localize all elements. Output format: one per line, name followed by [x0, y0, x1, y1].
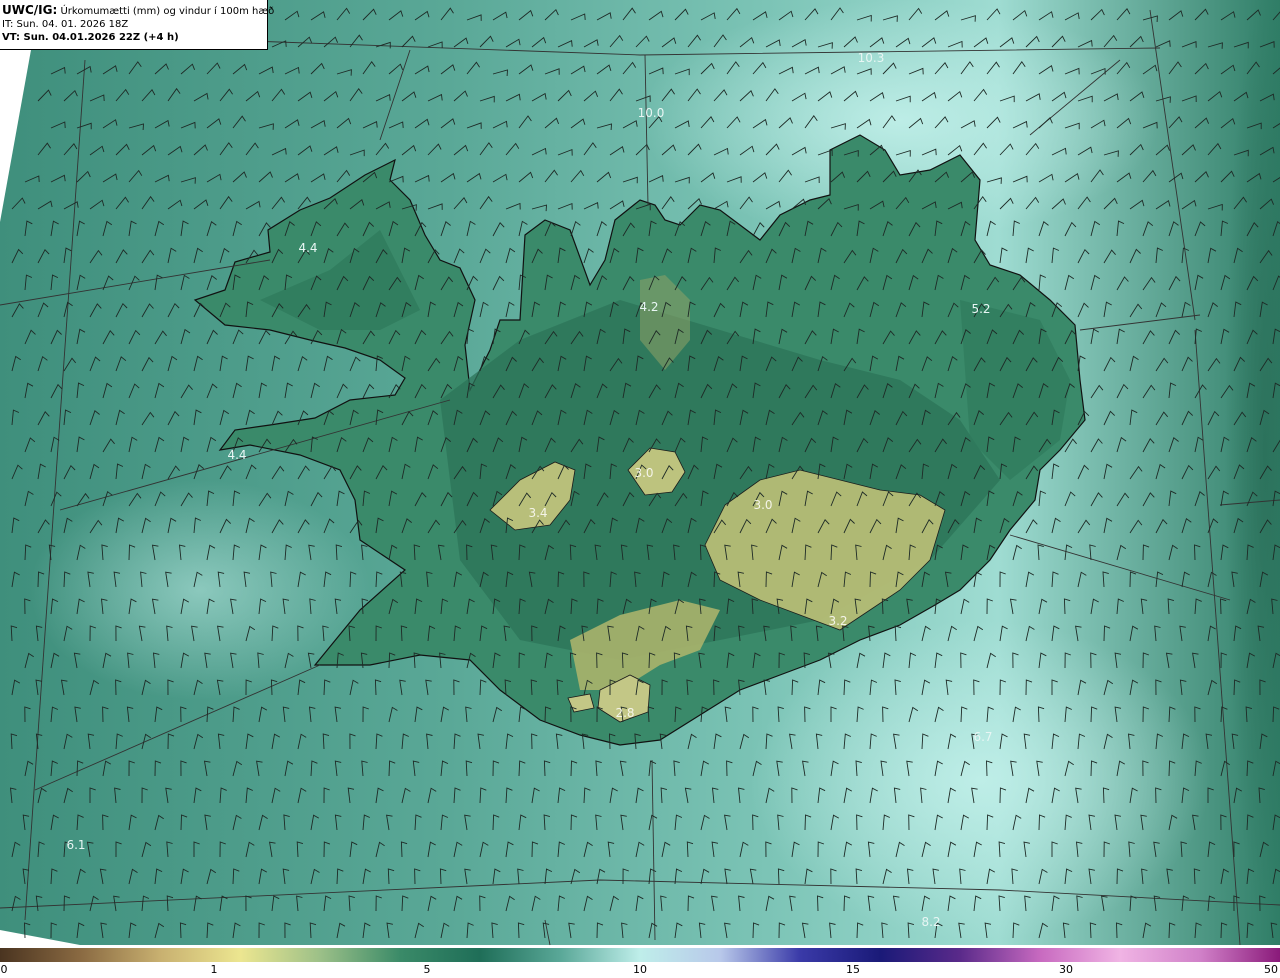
- colorbar-tick: 15: [846, 963, 860, 976]
- colorbar-tick: 30: [1059, 963, 1073, 976]
- valid-time: VT: Sun. 04.01.2026 22Z (+4 h): [2, 32, 179, 43]
- map-header: UWC/IG: Úrkomumætti (mm) og vindur í 100…: [0, 0, 274, 50]
- colorbar-tick: 50: [1264, 963, 1278, 976]
- colorbar-tick: 5: [423, 963, 431, 976]
- map-value-label: 10.0: [638, 106, 665, 120]
- map-title: Úrkomumætti (mm) og vindur í 100m hæð: [60, 6, 275, 17]
- plume-southeast: [750, 620, 1210, 940]
- plume-west: [30, 480, 370, 700]
- map-value-label: 8.2: [921, 915, 940, 929]
- map-value-label: 5.2: [971, 302, 990, 316]
- map-value-label: 4.2: [639, 300, 658, 314]
- map-value-label: 3.4: [528, 506, 547, 520]
- map-value-label: 3.2: [828, 614, 847, 628]
- map-value-label: 6.1: [66, 838, 85, 852]
- header-title-line: UWC/IG: Úrkomumætti (mm) og vindur í 100…: [2, 3, 274, 18]
- map-value-label: 10.3: [858, 51, 885, 65]
- map-value-label: 4.4: [298, 241, 317, 255]
- map-value-label: 3.0: [753, 498, 772, 512]
- color-scale-labels: 0 1 5 10 15 30 50: [0, 962, 1280, 978]
- map-value-label: 2.8: [615, 706, 634, 720]
- colorbar-tick: 10: [633, 963, 647, 976]
- model-code: UWC/IG:: [2, 3, 58, 17]
- color-scale-bar: [0, 948, 1280, 962]
- map-value-label: 4.4: [227, 448, 246, 462]
- map-canvas: 10.3 10.0 4.4 4.2 5.2 4.4 3.0 3.4 3.0 3.…: [0, 0, 1280, 946]
- init-time: IT: Sun. 04. 01. 2026 18Z: [2, 19, 129, 30]
- colorbar-tick: 0: [0, 963, 8, 976]
- map-value-label: 6.7: [973, 730, 992, 744]
- colorbar-tick: 1: [210, 963, 218, 976]
- weather-map: 10.3 10.0 4.4 4.2 5.2 4.4 3.0 3.4 3.0 3.…: [0, 0, 1280, 978]
- map-value-label: 3.0: [634, 466, 653, 480]
